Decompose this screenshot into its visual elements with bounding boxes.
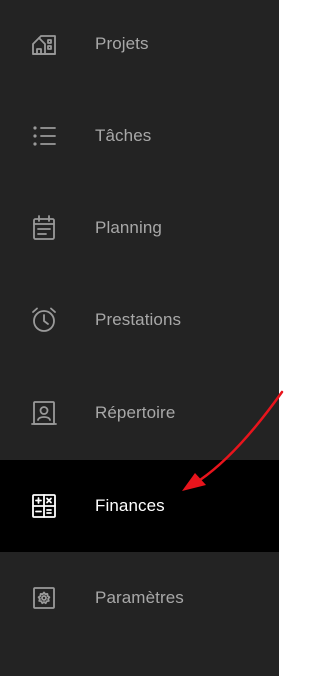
sidebar-item-taches[interactable]: Tâches	[0, 90, 279, 182]
calculator-icon	[30, 492, 58, 520]
sidebar-item-planning[interactable]: Planning	[0, 182, 279, 274]
sidebar-item-repertoire[interactable]: Répertoire	[0, 367, 279, 459]
settings-icon	[30, 584, 58, 612]
calendar-icon	[30, 214, 58, 242]
sidebar: Projets Tâches Planning Prestations Répe…	[0, 0, 279, 676]
sidebar-item-label: Paramètres	[95, 588, 184, 607]
task-list-icon	[30, 122, 58, 150]
sidebar-item-label: Projets	[95, 34, 149, 53]
page: Projets Tâches Planning Prestations Répe…	[0, 0, 298, 676]
sidebar-item-label: Répertoire	[95, 403, 176, 422]
contact-card-icon	[30, 399, 58, 427]
alarm-clock-icon	[30, 306, 58, 334]
sidebar-item-label: Tâches	[95, 126, 152, 145]
sidebar-item-label: Prestations	[95, 310, 182, 329]
sidebar-item-label: Planning	[95, 218, 162, 237]
building-icon	[30, 30, 58, 58]
sidebar-item-projets[interactable]: Projets	[0, 0, 279, 90]
sidebar-item-label: Finances	[95, 496, 165, 515]
sidebar-item-parametres[interactable]: Paramètres	[0, 552, 279, 644]
sidebar-item-prestations[interactable]: Prestations	[0, 274, 279, 366]
sidebar-item-finances[interactable]: Finances	[0, 460, 279, 552]
